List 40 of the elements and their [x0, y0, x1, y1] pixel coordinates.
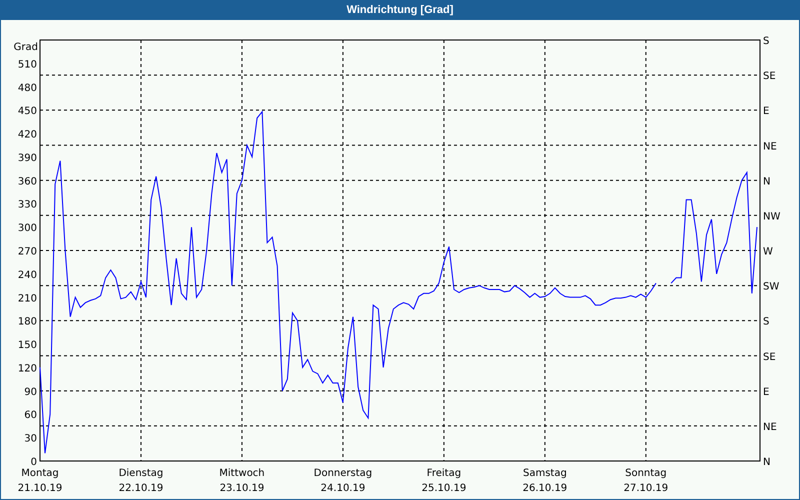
window-title: Windrichtung [Grad]	[1, 0, 799, 20]
compass-label: S	[763, 36, 770, 47]
x-tick-label: Donnerstag 24.10.19	[314, 468, 372, 494]
x-tick-label: Freitag 25.10.19	[422, 468, 466, 494]
y-tick-label: 180	[18, 316, 37, 328]
compass-label: NW	[763, 211, 780, 222]
compass-label: SE	[763, 352, 776, 363]
compass-label: N	[763, 456, 770, 468]
compass-label: E	[763, 386, 770, 398]
compass-label: S	[763, 316, 770, 328]
y-tick-label: 360	[18, 176, 37, 188]
y-tick-label: 420	[18, 130, 37, 140]
y-tick-label: 510	[18, 59, 37, 70]
y-tick-label: 210	[18, 293, 37, 304]
x-tick-label: Samstag 26.10.19	[522, 468, 568, 494]
y-tick-label: 270	[18, 246, 37, 258]
y-tick-label: 480	[18, 82, 37, 94]
y-tick-label: 0	[30, 456, 37, 468]
y-tick-label: 120	[18, 363, 37, 374]
y-tick-label: 60	[24, 410, 37, 422]
y-tick-label: 390	[18, 152, 37, 164]
x-tick-label: Montag 21.10.19	[18, 468, 62, 494]
compass-label: E	[763, 106, 770, 118]
x-tick-label: Sonntag 27.10.19	[624, 468, 668, 494]
compass-label: NE	[763, 422, 777, 433]
y-tick-label: 30	[24, 434, 37, 445]
y-tick-label: 450	[18, 106, 37, 118]
compass-label: W	[763, 246, 773, 258]
y-tick-label: 150	[18, 340, 37, 351]
x-tick-label: Mittwoch 23.10.19	[219, 468, 265, 494]
compass-label: N	[763, 176, 770, 188]
compass-label: NE	[763, 141, 777, 152]
y-tick-label: 330	[18, 200, 37, 211]
y-tick-label: 300	[18, 223, 37, 234]
x-tick-label: Dienstag 22.10.19	[118, 468, 164, 494]
compass-label: SW	[763, 282, 780, 293]
y-tick-label: 240	[18, 270, 37, 281]
y-axis-title: Grad	[14, 42, 38, 53]
compass-label: SE	[763, 71, 776, 82]
y-tick-label: 90	[24, 386, 37, 398]
